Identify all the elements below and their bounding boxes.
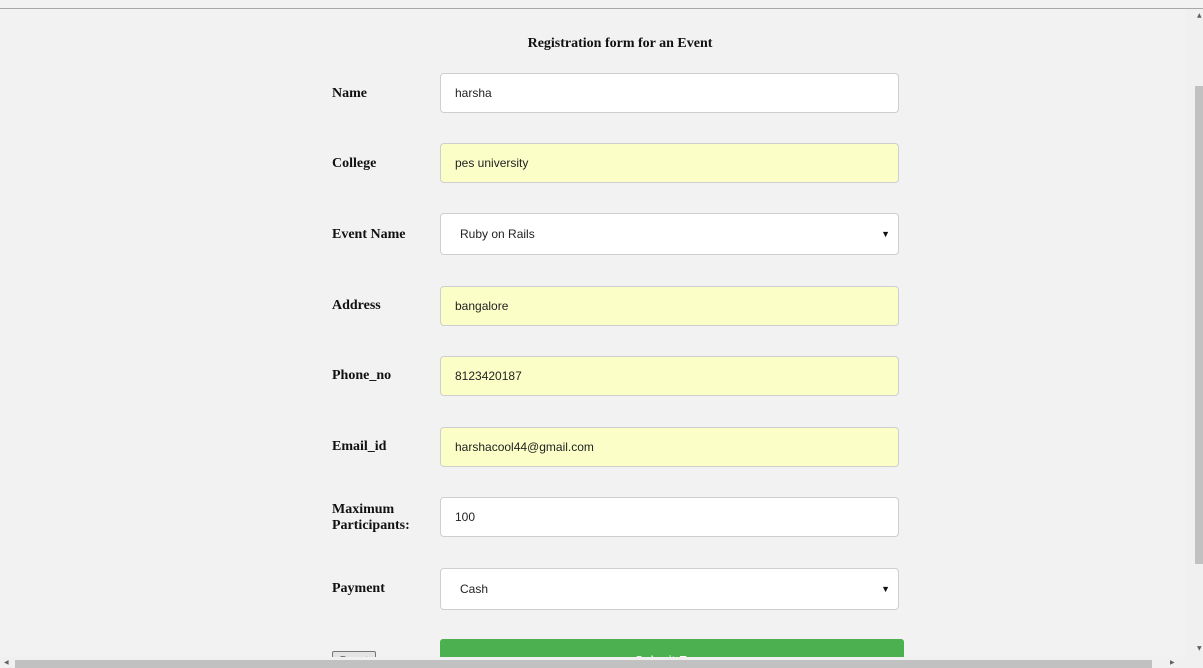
max-participants-label-line1: Maximum (332, 502, 395, 517)
college-input-value: pes university (455, 156, 529, 170)
event-name-selected: Ruby on Rails (460, 227, 535, 241)
max-participants-label-line2: Participants: (332, 518, 410, 533)
address-input-value: bangalore (455, 299, 509, 313)
scroll-left-icon[interactable]: ◀ (4, 659, 9, 666)
email-input-value: harshacool44@gmail.com (455, 440, 594, 454)
scroll-up-icon[interactable]: ▲ (1197, 12, 1202, 19)
email-input[interactable]: harshacool44@gmail.com (440, 427, 899, 467)
phone-input-value: 8123420187 (455, 369, 522, 383)
payment-select[interactable]: Cash ▼ (440, 568, 899, 610)
address-label: Address (332, 298, 381, 313)
scroll-down-icon[interactable]: ▼ (1197, 645, 1202, 652)
max-participants-label: Maximum Participants: (332, 502, 432, 534)
max-participants-value: 100 (455, 510, 476, 524)
email-label: Email_id (332, 439, 387, 454)
caret-down-icon: ▼ (881, 584, 890, 594)
scroll-right-icon[interactable]: ▶ (1170, 659, 1175, 666)
payment-selected: Cash (460, 582, 489, 596)
caret-down-icon: ▼ (881, 229, 890, 239)
name-input[interactable]: harsha (440, 73, 899, 113)
event-name-label: Event Name (332, 227, 406, 242)
address-input[interactable]: bangalore (440, 286, 899, 326)
vertical-scroll-thumb[interactable] (1195, 86, 1203, 564)
payment-label: Payment (332, 581, 385, 596)
event-name-select[interactable]: Ruby on Rails ▼ (440, 213, 899, 255)
college-input[interactable]: pes university (440, 143, 899, 183)
horizontal-scroll-thumb[interactable] (15, 660, 1152, 668)
phone-input[interactable]: 8123420187 (440, 356, 899, 396)
top-divider (0, 8, 1203, 9)
form-title: Registration form for an Event (527, 36, 713, 51)
name-label: Name (332, 86, 367, 101)
phone-label: Phone_no (332, 368, 392, 383)
max-participants-input[interactable]: 100 (440, 497, 899, 537)
college-label: College (332, 156, 377, 171)
name-input-value: harsha (455, 86, 492, 100)
scrollbar-corner (1186, 657, 1203, 668)
